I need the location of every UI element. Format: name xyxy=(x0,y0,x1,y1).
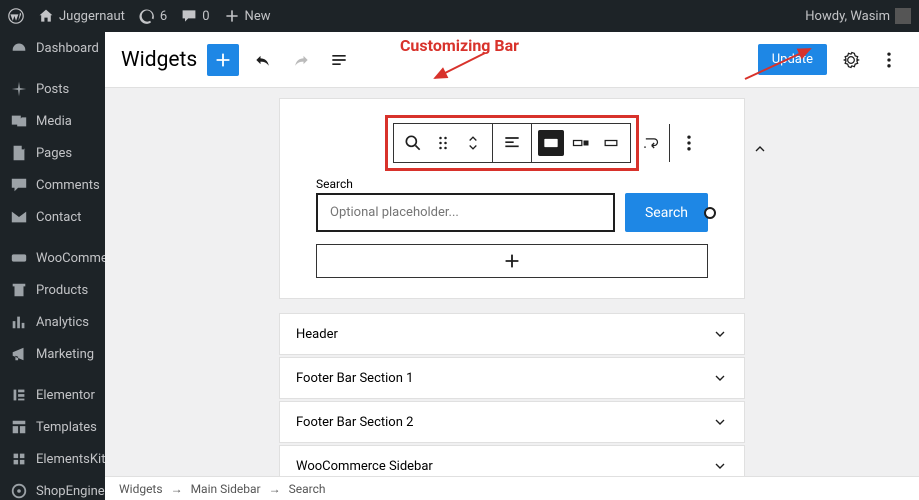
nav-dashboard[interactable]: Dashboard xyxy=(0,32,105,64)
nav-shopengine[interactable]: ShopEngine xyxy=(0,475,105,500)
area-footer1[interactable]: Footer Bar Section 1 xyxy=(279,357,745,399)
chevron-down-icon xyxy=(712,458,728,474)
nav-elementskit[interactable]: ElementsKit xyxy=(0,443,105,475)
search-label: Search xyxy=(316,177,732,191)
button-outside-icon[interactable] xyxy=(568,130,594,156)
chevron-down-icon xyxy=(712,326,728,342)
nav-woocommerce[interactable]: WooCommerce xyxy=(0,242,105,274)
nav-pages[interactable]: Pages xyxy=(0,137,105,169)
button-inside-icon[interactable] xyxy=(538,130,564,156)
undo-button[interactable] xyxy=(249,46,277,74)
nav-comments[interactable]: Comments xyxy=(0,169,105,201)
list-view-button[interactable] xyxy=(325,46,353,74)
crumb[interactable]: Main Sidebar xyxy=(191,482,261,496)
updates-link[interactable]: 6 xyxy=(139,8,167,24)
avatar-icon xyxy=(895,8,911,24)
nav-media[interactable]: Media xyxy=(0,105,105,137)
crumb[interactable]: Widgets xyxy=(119,482,163,496)
editor-header: Widgets Update xyxy=(105,32,919,88)
settings-button[interactable] xyxy=(837,46,865,74)
crumb[interactable]: Search xyxy=(289,482,326,496)
nav-contact[interactable]: Contact xyxy=(0,201,105,233)
block-type-icon[interactable] xyxy=(400,130,426,156)
search-button[interactable]: Search xyxy=(625,193,708,232)
nav-templates[interactable]: Templates xyxy=(0,411,105,443)
block-appender[interactable] xyxy=(316,244,708,278)
page-title: Widgets xyxy=(121,48,197,72)
admin-sidebar: Dashboard Posts Media Pages Comments Con… xyxy=(0,32,105,500)
block-toolbar xyxy=(393,123,631,163)
resize-handle-icon[interactable] xyxy=(704,207,716,219)
nav-elementor[interactable]: Elementor xyxy=(0,379,105,411)
move-arrows-icon[interactable] xyxy=(460,130,486,156)
site-link[interactable]: Juggernaut xyxy=(38,8,125,24)
nav-analytics[interactable]: Analytics xyxy=(0,306,105,338)
align-button[interactable] xyxy=(499,130,525,156)
breadcrumb: Widgets→ Main Sidebar→ Search xyxy=(105,476,919,500)
wp-logo[interactable] xyxy=(8,8,24,24)
widget-areas-list: Header Footer Bar Section 1 Footer Bar S… xyxy=(279,313,745,500)
drag-handle-icon[interactable] xyxy=(430,130,456,156)
comments-link[interactable]: 0 xyxy=(181,8,209,24)
options-button[interactable] xyxy=(875,46,903,74)
nav-marketing[interactable]: Marketing xyxy=(0,338,105,370)
collapse-toggle[interactable] xyxy=(752,141,768,161)
redo-button[interactable] xyxy=(287,46,315,74)
block-toolbar-highlight xyxy=(385,115,639,171)
update-button[interactable]: Update xyxy=(758,44,827,75)
use-icon-button[interactable] xyxy=(637,130,663,156)
chevron-down-icon xyxy=(712,414,728,430)
new-link[interactable]: New xyxy=(224,8,271,24)
user-greeting[interactable]: Howdy, Wasim xyxy=(805,8,911,24)
admin-bar: Juggernaut 6 0 New Howdy, Wasim xyxy=(0,0,919,32)
nav-posts[interactable]: Posts xyxy=(0,73,105,105)
nav-products[interactable]: Products xyxy=(0,274,105,306)
more-options-button[interactable] xyxy=(676,130,702,156)
search-input[interactable] xyxy=(316,193,615,232)
chevron-down-icon xyxy=(712,370,728,386)
no-button-icon[interactable] xyxy=(598,130,624,156)
area-header[interactable]: Header xyxy=(279,313,745,355)
widget-area-panel: Search Search xyxy=(279,98,745,299)
add-block-button[interactable] xyxy=(207,44,239,76)
area-footer2[interactable]: Footer Bar Section 2 xyxy=(279,401,745,443)
